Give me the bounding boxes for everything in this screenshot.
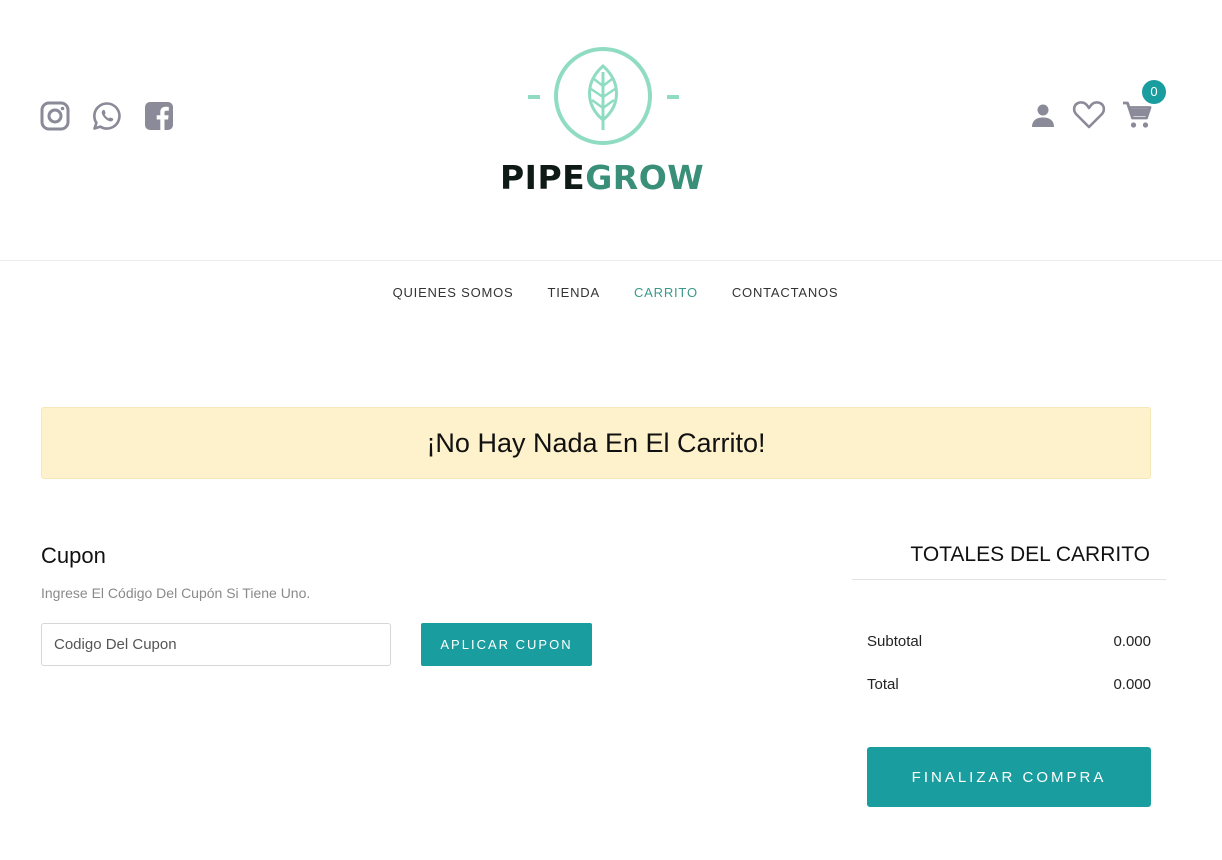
coupon-hint: Ingrese El Código Del Cupón Si Tiene Uno…	[41, 585, 311, 601]
nav-item-carrito[interactable]: CARRITO	[634, 285, 698, 300]
wishlist-link[interactable]	[1072, 100, 1106, 130]
whatsapp-link[interactable]	[92, 101, 122, 131]
brand-name-part2: GROW	[585, 158, 705, 197]
subtotal-row: Subtotal 0.000	[867, 633, 1151, 650]
total-value: 0.000	[1113, 676, 1151, 693]
subtotal-label: Subtotal	[867, 633, 923, 650]
cart-count-badge: 0	[1142, 80, 1166, 104]
apply-coupon-button[interactable]: APLICAR CUPON	[421, 623, 592, 666]
brand-name-part1: PIPE	[500, 158, 586, 197]
site-logo[interactable]: PIPEGROW	[500, 46, 704, 206]
facebook-link[interactable]	[144, 101, 174, 131]
account-actions: 0	[1030, 80, 1166, 130]
site-header: PIPEGROW 0	[0, 0, 1222, 260]
total-row: Total 0.000	[867, 676, 1151, 693]
instagram-link[interactable]	[40, 101, 70, 131]
social-links	[40, 101, 174, 131]
brand-name: PIPEGROW	[500, 158, 704, 198]
main-nav: QUIENES SOMOS TIENDA CARRITO CONTACTANOS	[0, 285, 1222, 300]
account-link[interactable]	[1030, 102, 1056, 128]
subtotal-value: 0.000	[1113, 633, 1151, 650]
coupon-title: Cupon	[41, 543, 106, 568]
header-divider	[0, 260, 1222, 261]
empty-cart-notice: ¡No Hay Nada En El Carrito!	[41, 407, 1151, 479]
cart-totals-title: TOTALES DEL CARRITO	[910, 543, 1150, 566]
cart-link[interactable]: 0	[1122, 80, 1166, 130]
instagram-icon	[40, 101, 70, 131]
cart-icon	[1123, 101, 1152, 128]
totals-divider	[852, 579, 1166, 580]
empty-cart-message: ¡No Hay Nada En El Carrito!	[426, 427, 766, 458]
facebook-icon	[145, 102, 173, 130]
leaf-logo-icon	[528, 47, 679, 145]
total-label: Total	[867, 676, 899, 693]
whatsapp-icon	[93, 102, 121, 130]
heart-icon	[1072, 101, 1106, 129]
nav-item-tienda[interactable]: TIENDA	[548, 285, 600, 300]
user-icon	[1032, 104, 1054, 127]
coupon-code-input[interactable]	[41, 623, 391, 666]
nav-item-quienes-somos[interactable]: QUIENES SOMOS	[393, 285, 514, 300]
checkout-button[interactable]: FINALIZAR COMPRA	[867, 747, 1151, 807]
nav-item-contactanos[interactable]: CONTACTANOS	[732, 285, 839, 300]
